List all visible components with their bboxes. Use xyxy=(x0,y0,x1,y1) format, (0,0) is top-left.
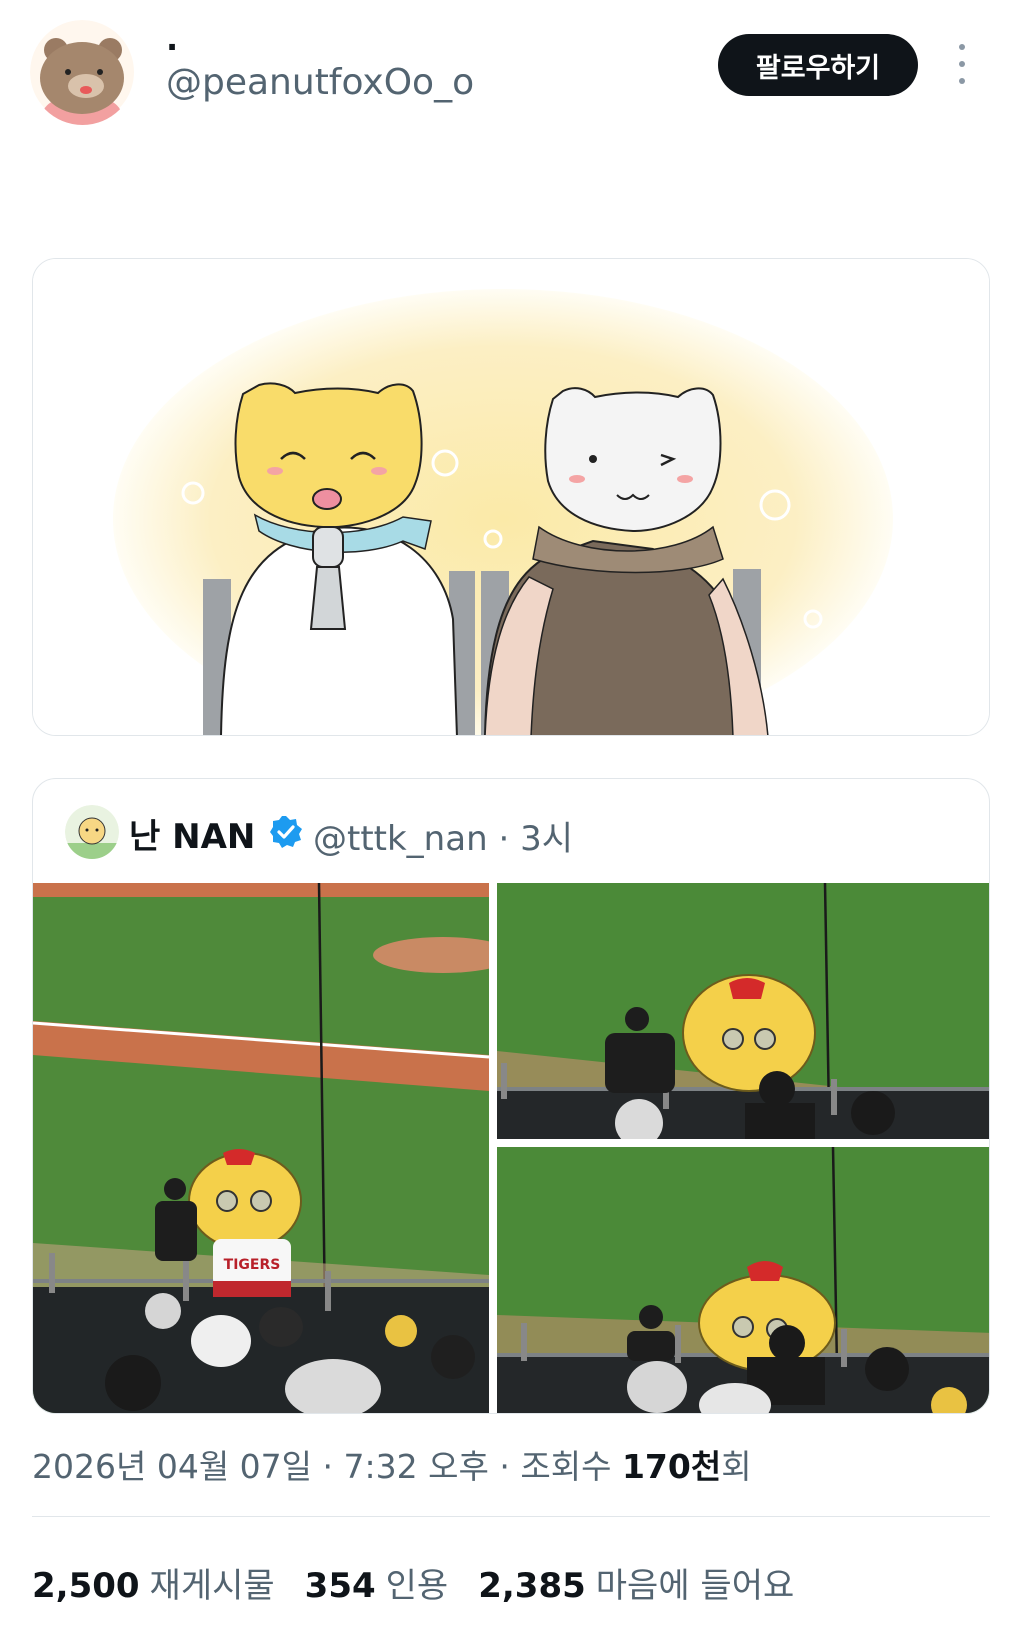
likes-count: 2,385 xyxy=(478,1566,586,1606)
verified-badge-icon xyxy=(269,815,303,849)
tweet-time: 7:32 오후 xyxy=(343,1447,489,1486)
quoted-meta: @tttk_nan · 3시 xyxy=(313,811,573,860)
meta-separator: · xyxy=(322,1447,334,1486)
quoted-author-avatar[interactable] xyxy=(65,805,119,859)
reposts-label: 재게시물 xyxy=(149,1566,275,1606)
quoted-display-name[interactable]: 난 NAN xyxy=(129,809,255,858)
views-label: 조회수 xyxy=(520,1447,612,1486)
tweet-illustration[interactable] xyxy=(32,258,990,736)
author-handle[interactable]: @peanutfoxOo_o xyxy=(166,62,474,103)
photo-2[interactable] xyxy=(497,883,990,1139)
quotes-stat[interactable]: 354 인용 xyxy=(305,1558,449,1607)
author-avatar[interactable] xyxy=(30,20,135,125)
meta-separator: · xyxy=(498,819,510,859)
display-name[interactable]: · xyxy=(166,28,178,66)
meta-separator: · xyxy=(499,1447,510,1486)
more-vertical-icon[interactable] xyxy=(950,44,974,84)
quoted-photo-grid: TIGERS xyxy=(33,883,990,1414)
quotes-label: 인용 xyxy=(385,1566,449,1606)
photo-3[interactable] xyxy=(497,1147,990,1414)
photo-1[interactable]: TIGERS xyxy=(33,883,489,1414)
quoted-time[interactable]: 3시 xyxy=(520,819,573,859)
reposts-count: 2,500 xyxy=(32,1566,140,1606)
quoted-tweet[interactable]: 난 NAN @tttk_nan · 3시 TIGERS xyxy=(32,778,990,1414)
views-count: 170천 xyxy=(621,1447,722,1486)
divider xyxy=(32,1516,990,1517)
likes-stat[interactable]: 2,385 마음에 들어요 xyxy=(478,1558,794,1607)
follow-button[interactable]: 팔로우하기 xyxy=(718,34,918,96)
tweet-timestamp[interactable]: 2026년 04월 07일 · 7:32 오후 · 조회수 170천회 xyxy=(32,1440,752,1488)
views-suffix: 회 xyxy=(721,1447,752,1486)
jersey-text: TIGERS xyxy=(224,1257,281,1273)
quotes-count: 354 xyxy=(304,1566,376,1606)
engagement-stats: 2,500 재게시물 354 인용 2,385 마음에 들어요 xyxy=(32,1558,794,1607)
quoted-handle[interactable]: @tttk_nan xyxy=(313,819,488,859)
tweet-date: 2026년 04월 07일 xyxy=(32,1447,313,1486)
reposts-stat[interactable]: 2,500 재게시물 xyxy=(32,1558,275,1607)
likes-label: 마음에 들어요 xyxy=(595,1566,795,1606)
